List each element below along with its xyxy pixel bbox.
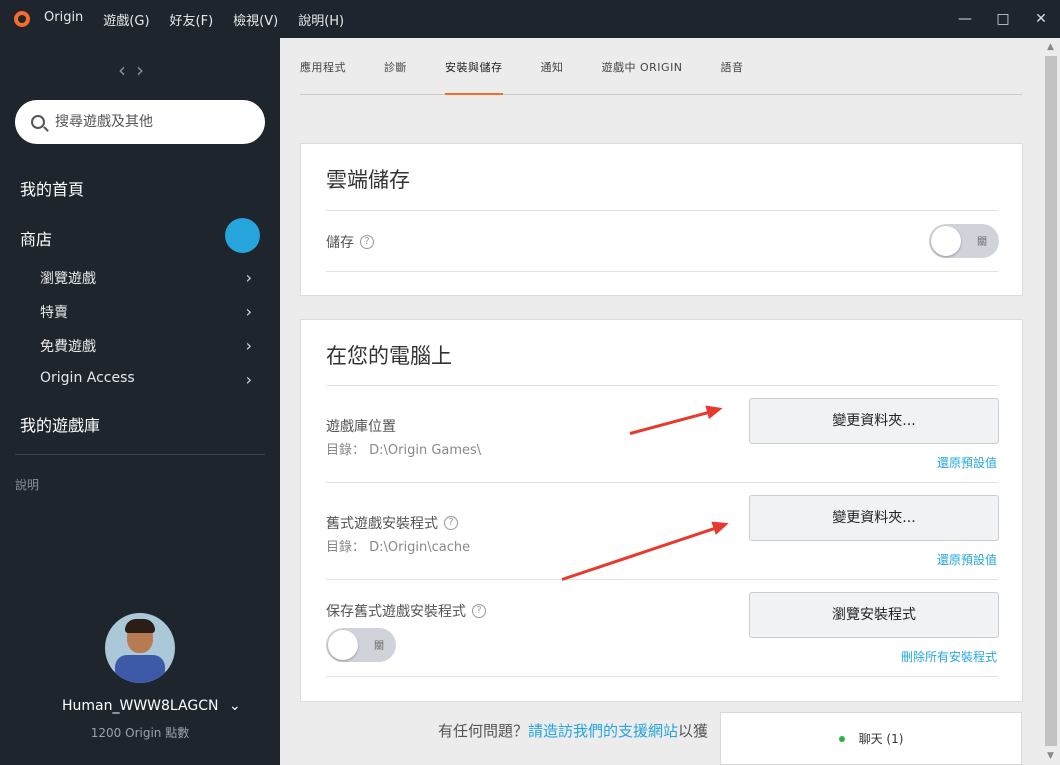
nav-help[interactable]: 說明 bbox=[15, 476, 39, 493]
nav-home[interactable]: 我的首頁 bbox=[20, 176, 84, 200]
support-link[interactable]: 請造訪我們的支援網站 bbox=[528, 722, 678, 740]
toggle-knob bbox=[328, 630, 358, 660]
nav-sale-label: 特賣 bbox=[40, 305, 68, 321]
on-computer-title: 在您的電腦上 bbox=[326, 344, 452, 368]
divider bbox=[326, 579, 998, 580]
library-path: 目錄： D:\Origin Games\ bbox=[326, 443, 482, 458]
forward-arrow-icon[interactable]: › bbox=[136, 58, 154, 82]
keep-installers-label: 保存舊式遊戲安裝程式? bbox=[326, 601, 486, 621]
toggle-state: 關 bbox=[374, 641, 384, 652]
nav-arrows: ‹› bbox=[118, 58, 154, 82]
storage-label: 儲存? bbox=[326, 232, 374, 252]
library-location-label: 遊戲庫位置 bbox=[326, 419, 396, 435]
tab-install-save[interactable]: 安裝與儲存 bbox=[445, 38, 503, 95]
legacy-installer-label-text: 舊式遊戲安裝程式 bbox=[326, 516, 438, 532]
chevron-right-icon: › bbox=[245, 336, 252, 355]
tab-voice[interactable]: 語音 bbox=[721, 38, 744, 95]
nav-free-games[interactable]: 免費遊戲 › bbox=[40, 336, 252, 356]
settings-tabs: 應用程式 診斷 安裝與儲存 通知 遊戲中 ORIGIN 語音 bbox=[300, 38, 1022, 95]
menu-view[interactable]: 檢視(V) bbox=[233, 10, 278, 29]
origin-points: 1200 Origin 點數 bbox=[90, 726, 190, 740]
nav-origin-access-label: Origin Access bbox=[40, 370, 135, 386]
support-question: 有任何問題？ bbox=[438, 722, 529, 740]
storage-label-text: 儲存 bbox=[326, 235, 354, 251]
cloud-storage-toggle[interactable]: 關 bbox=[929, 224, 999, 258]
divider bbox=[326, 210, 998, 211]
help-icon[interactable]: ? bbox=[444, 516, 458, 530]
restore-default-legacy-link[interactable]: 還原預設值 bbox=[937, 551, 997, 568]
divider bbox=[326, 271, 998, 272]
help-icon[interactable]: ? bbox=[472, 604, 486, 618]
origin-logo-icon[interactable] bbox=[14, 11, 30, 27]
search-input[interactable] bbox=[55, 114, 245, 130]
menu-friends[interactable]: 好友(F) bbox=[170, 10, 214, 29]
menu-origin[interactable]: Origin bbox=[44, 10, 83, 29]
username[interactable]: Human_WWW8LAGCN ⌄ bbox=[62, 698, 241, 714]
chat-bar[interactable]: 聊天 (1) bbox=[720, 712, 1022, 765]
nav-store[interactable]: 商店 bbox=[20, 226, 52, 250]
close-icon[interactable]: ✕ bbox=[1022, 11, 1060, 27]
scrollbar[interactable]: ▲ ▼ bbox=[1043, 38, 1060, 765]
search-box[interactable] bbox=[15, 100, 265, 144]
scroll-up-icon[interactable]: ▲ bbox=[1047, 42, 1054, 52]
nav-browse-games[interactable]: 瀏覽遊戲 › bbox=[40, 268, 252, 288]
tab-origin-in-game[interactable]: 遊戲中 ORIGIN bbox=[602, 38, 683, 95]
sidebar-divider bbox=[15, 454, 265, 455]
on-computer-card: 在您的電腦上 遊戲庫位置 目錄： D:\Origin Games\ 變更資料夾.… bbox=[300, 319, 1023, 702]
menu-bar: Origin 遊戲(G) 好友(F) 檢視(V) 說明(H) bbox=[44, 10, 364, 29]
chevron-down-icon[interactable]: ⌄ bbox=[229, 698, 241, 714]
support-tail: 以獲 bbox=[678, 722, 709, 740]
menu-help[interactable]: 說明(H) bbox=[298, 10, 344, 29]
keep-installers-label-text: 保存舊式遊戲安裝程式 bbox=[326, 604, 466, 620]
maximize-icon[interactable]: □ bbox=[984, 11, 1022, 27]
keep-installers-toggle[interactable]: 關 bbox=[326, 628, 396, 662]
tab-notifications[interactable]: 通知 bbox=[541, 38, 564, 95]
chat-label: 聊天 (1) bbox=[858, 732, 904, 746]
legacy-installer-path: 目錄： D:\Origin\cache bbox=[326, 540, 471, 555]
tab-application[interactable]: 應用程式 bbox=[300, 38, 346, 95]
nav-browse-games-label: 瀏覽遊戲 bbox=[40, 271, 96, 287]
chevron-right-icon: › bbox=[245, 302, 252, 321]
chevron-right-icon: › bbox=[245, 370, 252, 389]
back-arrow-icon[interactable]: ‹ bbox=[118, 58, 136, 82]
help-icon[interactable]: ? bbox=[360, 235, 374, 249]
minimize-icon[interactable]: — bbox=[946, 11, 984, 27]
toggle-knob bbox=[931, 226, 961, 256]
store-notification-badge bbox=[225, 218, 260, 253]
restore-default-library-link[interactable]: 還原預設值 bbox=[937, 454, 997, 471]
menu-games[interactable]: 遊戲(G) bbox=[103, 10, 149, 29]
avatar-body bbox=[115, 655, 165, 683]
tab-diagnostics[interactable]: 診斷 bbox=[384, 38, 407, 95]
cloud-storage-title: 雲端儲存 bbox=[326, 168, 410, 192]
legacy-installer-label: 舊式遊戲安裝程式? bbox=[326, 513, 458, 533]
divider bbox=[326, 676, 998, 677]
nav-free-games-label: 免費遊戲 bbox=[40, 339, 96, 355]
sidebar: ‹› 我的首頁 商店 瀏覽遊戲› 特賣› 免費遊戲› Origin Access… bbox=[0, 38, 280, 765]
toggle-state: 關 bbox=[977, 237, 987, 248]
nav-sale[interactable]: 特賣 › bbox=[40, 302, 252, 322]
divider bbox=[326, 385, 998, 386]
scroll-thumb[interactable] bbox=[1045, 56, 1057, 746]
online-status-icon bbox=[838, 735, 845, 742]
title-bar: Origin 遊戲(G) 好友(F) 檢視(V) 說明(H) — □ ✕ bbox=[0, 0, 1060, 38]
browse-installers-button[interactable]: 瀏覽安裝程式 bbox=[749, 592, 999, 638]
delete-all-installers-link[interactable]: 刪除所有安裝程式 bbox=[901, 648, 997, 665]
chevron-right-icon: › bbox=[245, 268, 252, 287]
divider bbox=[326, 482, 998, 483]
window-controls: — □ ✕ bbox=[946, 0, 1060, 38]
change-legacy-folder-button[interactable]: 變更資料夾... bbox=[749, 495, 999, 541]
avatar[interactable] bbox=[105, 613, 175, 683]
settings-content: 應用程式 診斷 安裝與儲存 通知 遊戲中 ORIGIN 語音 雲端儲存 儲存? … bbox=[280, 38, 1043, 765]
nav-library[interactable]: 我的遊戲庫 bbox=[20, 412, 100, 436]
avatar-hair bbox=[125, 619, 155, 633]
scroll-down-icon[interactable]: ▼ bbox=[1047, 751, 1054, 761]
search-icon bbox=[31, 115, 45, 129]
cloud-storage-card: 雲端儲存 儲存? 關 bbox=[300, 143, 1023, 296]
change-library-folder-button[interactable]: 變更資料夾... bbox=[749, 398, 999, 444]
support-footer: 有任何問題？請造訪我們的支援網站以獲 bbox=[438, 720, 708, 741]
username-label: Human_WWW8LAGCN bbox=[62, 698, 219, 714]
nav-origin-access[interactable]: Origin Access › bbox=[40, 370, 252, 389]
